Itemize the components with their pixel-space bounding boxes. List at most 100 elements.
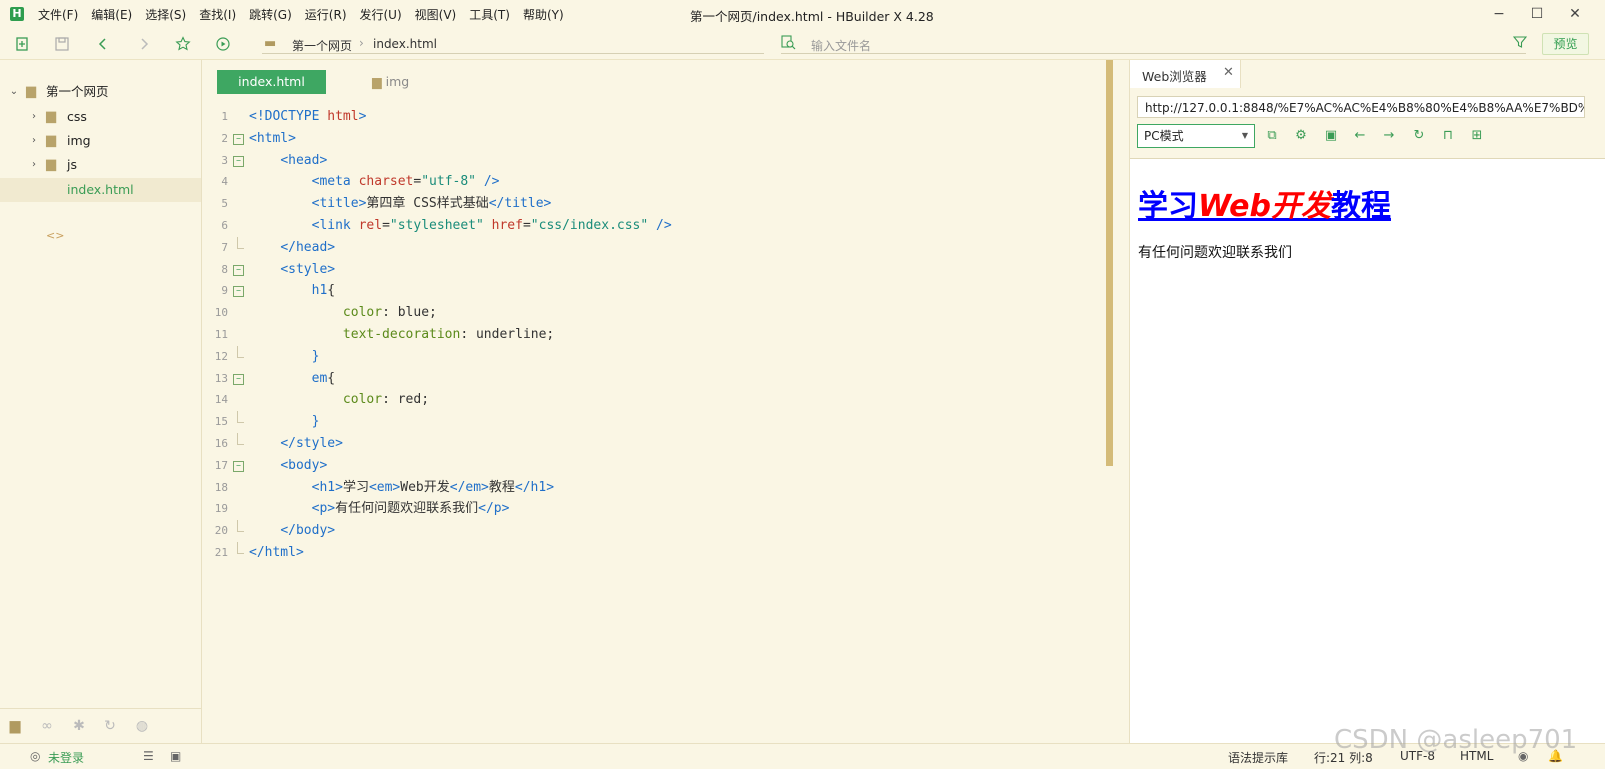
code-line[interactable]: 21 </html> [202, 541, 1128, 564]
tree-item-label: js [67, 157, 77, 172]
menu-select[interactable]: 选择(S) [145, 6, 186, 23]
folder-icon: ▆ [372, 74, 382, 89]
tree-file-index-html[interactable]: <> index.html [0, 178, 201, 242]
close-icon[interactable]: ✕ [1223, 65, 1234, 80]
fold-minus-icon[interactable]: − [233, 460, 244, 472]
save-icon[interactable] [54, 36, 70, 52]
breadcrumb-file[interactable]: index.html [373, 37, 437, 51]
plugin-icon[interactable]: ◍ [133, 717, 151, 735]
code-line[interactable]: 11 text-decoration: underline; [202, 324, 1128, 346]
star-icon[interactable] [175, 36, 191, 52]
menu-publish[interactable]: 发行(U) [360, 6, 402, 23]
tab-index-html[interactable]: index.html [217, 70, 326, 94]
fold-minus-icon[interactable]: − [233, 373, 244, 385]
tree-folder-img[interactable]: › ▆ img [0, 129, 201, 153]
tree-folder-css[interactable]: › ▆ css [0, 105, 201, 129]
chevron-right-icon[interactable]: › [28, 153, 40, 177]
menu-find[interactable]: 查找(I) [199, 6, 236, 23]
file-search-input[interactable]: 输入文件名 [811, 37, 871, 54]
code-token: charset [358, 174, 414, 190]
code-token: 有任何问题欢迎联系我们 [335, 501, 479, 517]
menu-file[interactable]: 文件(F) [38, 6, 78, 23]
code-line[interactable]: 16 </style> [202, 432, 1128, 455]
close-window-button[interactable]: ✕ [1560, 4, 1590, 24]
project-manager-icon[interactable]: ▆ [6, 717, 24, 735]
forward-icon[interactable] [136, 36, 152, 52]
minimize-button[interactable]: − [1484, 4, 1514, 24]
code-line[interactable]: 5 <title>第四章 CSS样式基础</title> [202, 193, 1128, 215]
grid-icon[interactable]: ⊞ [1469, 129, 1485, 143]
code-line[interactable]: 8− <style> [202, 259, 1128, 281]
terminal-icon[interactable]: ▣ [170, 749, 181, 763]
code-line[interactable]: 20 </body> [202, 520, 1128, 542]
code-line[interactable]: 6 <link rel="stylesheet" href="css/index… [202, 215, 1128, 237]
fold-minus-icon[interactable]: − [233, 133, 244, 145]
git-icon[interactable]: ↻ [101, 717, 119, 735]
project-explorer: ⌄ ▆ 第一个网页 › ▆ css › ▆ img › ▆ js <> inde… [0, 60, 202, 743]
login-status[interactable]: 未登录 [48, 749, 84, 766]
code-line[interactable]: 10 color: blue; [202, 302, 1128, 324]
menu-edit[interactable]: 编辑(E) [91, 6, 132, 23]
forward-arrow-icon[interactable]: → [1381, 129, 1397, 143]
fold-minus-icon[interactable]: − [233, 286, 244, 298]
code-line[interactable]: 18 <h1>学习<em>Web开发</em>教程</h1> [202, 477, 1128, 499]
tab-img[interactable]: ▆ img [372, 70, 409, 94]
tree-project-root[interactable]: ⌄ ▆ 第一个网页 [0, 80, 201, 104]
breadcrumb-project[interactable]: 第一个网页 [292, 37, 352, 54]
maximize-button[interactable]: ☐ [1522, 4, 1552, 24]
code-line[interactable]: 19 <p>有任何问题欢迎联系我们</p> [202, 498, 1128, 520]
code-line[interactable]: 2− <html> [202, 128, 1128, 150]
run-icon[interactable] [215, 36, 231, 52]
back-arrow-icon[interactable]: ← [1352, 129, 1368, 143]
menu-goto[interactable]: 跳转(G) [249, 6, 292, 23]
filter-icon[interactable] [1512, 35, 1528, 53]
line-number: 5 [221, 197, 228, 211]
fold-minus-icon[interactable]: − [233, 264, 244, 276]
editor-scrollbar[interactable] [1106, 60, 1113, 466]
code-token: 第四章 CSS样式基础 [366, 196, 489, 212]
menu-tools[interactable]: 工具(T) [469, 6, 510, 23]
refresh-icon[interactable]: ↻ [1411, 129, 1427, 143]
console-icon[interactable]: ▣ [1323, 129, 1339, 143]
new-file-icon[interactable] [14, 36, 30, 52]
syntax-library[interactable]: 语法提示库 [1228, 749, 1288, 766]
chevron-right-icon[interactable]: › [28, 129, 40, 153]
debug-bug-icon[interactable]: ✱ [70, 717, 88, 735]
menu-run[interactable]: 运行(R) [305, 6, 347, 23]
code-line[interactable]: 14 color: red; [202, 389, 1128, 411]
chevron-down-icon[interactable]: ⌄ [8, 80, 20, 104]
device-mode-select[interactable]: PC模式 ▼ [1137, 124, 1255, 148]
tab-web-browser[interactable]: Web浏览器 ✕ [1130, 60, 1241, 88]
code-line[interactable]: 12 } [202, 345, 1128, 368]
folder-icon: ▆ [46, 109, 56, 124]
code-line[interactable]: 1 <!DOCTYPE html> [202, 106, 1128, 128]
line-number: 7 [221, 240, 228, 254]
fold-minus-icon[interactable]: − [233, 155, 244, 167]
list-icon[interactable]: ☰ [143, 749, 154, 763]
search-binoculars-icon[interactable]: ∞ [38, 717, 56, 735]
settings-gear-icon[interactable]: ⚙ [1293, 129, 1309, 143]
preview-button[interactable]: 预览 [1542, 33, 1589, 55]
menu-help[interactable]: 帮助(Y) [523, 6, 564, 23]
menu-view[interactable]: 视图(V) [415, 6, 457, 23]
code-line[interactable]: 9− h1{ [202, 280, 1128, 302]
back-icon[interactable] [95, 36, 111, 52]
code-line[interactable]: 7 </head> [202, 236, 1128, 259]
file-search-box[interactable]: 输入文件名 [781, 35, 1526, 54]
url-field[interactable]: http://127.0.0.1:8848/%E7%AC%AC%E4%B8%80… [1137, 96, 1585, 118]
browser-tab-bar: Web浏览器 ✕ [1130, 60, 1605, 89]
line-number: 6 [221, 218, 228, 232]
open-external-icon[interactable]: ⧉ [1264, 129, 1280, 143]
code-line[interactable]: 17− <body> [202, 455, 1128, 477]
code-line[interactable]: 15 } [202, 411, 1128, 433]
code-token: href [491, 217, 523, 233]
tree-folder-js[interactable]: › ▆ js [0, 153, 201, 177]
lock-icon[interactable]: ⊓ [1440, 129, 1456, 143]
code-line[interactable]: 13− em{ [202, 368, 1128, 390]
code-line[interactable]: 3− <head> [202, 150, 1128, 172]
code-line[interactable]: 4 <meta charset="utf-8" /> [202, 171, 1128, 193]
user-icon[interactable]: ◎ [30, 749, 40, 763]
code-editor[interactable]: index.html ▆ img 1 <!DOCTYPE html> 2− <html… [202, 60, 1128, 743]
chevron-right-icon[interactable]: › [28, 105, 40, 129]
line-number: 4 [221, 175, 228, 189]
